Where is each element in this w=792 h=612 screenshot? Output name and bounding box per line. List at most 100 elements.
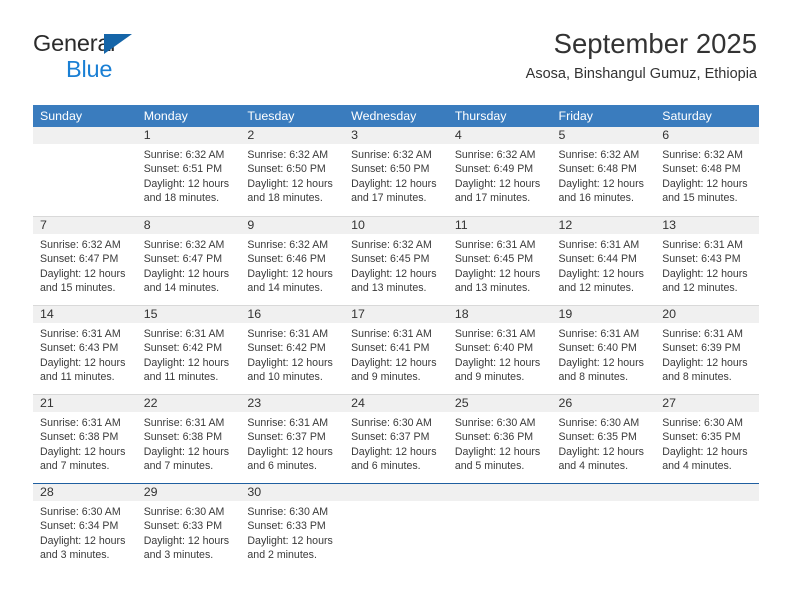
sunset-text: Sunset: 6:49 PM: [454, 163, 534, 176]
calendar-day-cell[interactable]: 11 Sunrise: 6:31 AM Sunset: 6:45 PM Dayligh…: [447, 216, 552, 305]
calendar-day-cell[interactable]: 25 Sunrise: 6:30 AM Sunset: 6:36 PM Dayligh…: [447, 394, 552, 483]
sunset-text: Sunset: 6:48 PM: [558, 163, 637, 176]
daylight-text-line2: and 9 minutes.: [351, 371, 421, 384]
sunset-text: Sunset: 6:42 PM: [247, 342, 326, 355]
daylight-text-line1: Daylight: 12 hours: [351, 267, 437, 280]
calendar-day-cell[interactable]: 9 Sunrise: 6:32 AM Sunset: 6:46 PM Daylight…: [240, 216, 345, 305]
calendar-day-cell[interactable]: 24 Sunrise: 6:30 AM Sunset: 6:37 PM Dayligh…: [344, 394, 448, 483]
sunset-text: Sunset: 6:43 PM: [40, 342, 119, 355]
day-cell-body: 9 Sunrise: 6:32 AM Sunset: 6:46 PM Daylight…: [240, 216, 345, 305]
daylight-text-line1: Daylight: 12 hours: [143, 445, 230, 458]
day-sun-info: Sunrise: 6:31 AM Sunset: 6:44 PM Daylight:…: [552, 234, 656, 296]
sunrise-text: Sunrise: 6:31 AM: [40, 328, 121, 340]
calendar-day-cell[interactable]: 18 Sunrise: 6:31 AM Sunset: 6:40 PM Dayligh…: [447, 305, 552, 394]
day-sun-info: Sunrise: 6:31 AM Sunset: 6:38 PM Daylight:…: [137, 412, 241, 474]
sunset-text: Sunset: 6:34 PM: [40, 520, 119, 533]
calendar-body: 1 Sunrise: 6:32 AM Sunset: 6:51 PM Daylight…: [33, 127, 759, 572]
calendar-day-cell[interactable]: 16 Sunrise: 6:31 AM Sunset: 6:42 PM Dayligh…: [240, 305, 345, 394]
daylight-text-line2: and 10 minutes.: [247, 371, 323, 384]
daylight-text-line2: and 2 minutes.: [247, 549, 317, 562]
sunset-text: Sunset: 6:47 PM: [40, 253, 119, 266]
calendar-day-cell[interactable]: 8 Sunrise: 6:32 AM Sunset: 6:47 PM Daylight…: [136, 216, 241, 305]
daylight-text-line2: and 7 minutes.: [40, 460, 110, 473]
day-number: 20: [655, 306, 759, 323]
calendar-day-cell[interactable]: 2 Sunrise: 6:32 AM Sunset: 6:50 PM Daylight…: [240, 127, 345, 216]
sunrise-text: Sunrise: 6:30 AM: [40, 506, 121, 518]
day-cell-body: 13 Sunrise: 6:31 AM Sunset: 6:43 PM Dayligh…: [655, 216, 759, 305]
day-cell-body: 10 Sunrise: 6:32 AM Sunset: 6:45 PM Dayligh…: [344, 216, 448, 305]
calendar-day-cell[interactable]: 15 Sunrise: 6:31 AM Sunset: 6:42 PM Dayligh…: [136, 305, 241, 394]
day-number: 17: [344, 306, 448, 323]
calendar-day-cell[interactable]: 6 Sunrise: 6:32 AM Sunset: 6:48 PM Daylight…: [655, 127, 759, 216]
day-sun-info: Sunrise: 6:32 AM Sunset: 6:50 PM Daylight:…: [344, 144, 448, 206]
calendar-day-cell[interactable]: 19 Sunrise: 6:31 AM Sunset: 6:40 PM Dayligh…: [551, 305, 656, 394]
daylight-text-line2: and 9 minutes.: [454, 371, 525, 384]
daylight-text-line2: and 17 minutes.: [351, 192, 427, 205]
sunrise-text: Sunrise: 6:30 AM: [143, 506, 225, 518]
daylight-text-line1: Daylight: 12 hours: [558, 177, 644, 190]
sunrise-text: Sunrise: 6:30 AM: [454, 417, 536, 429]
sunset-text: Sunset: 6:40 PM: [454, 342, 534, 355]
daylight-text-line2: and 15 minutes.: [40, 282, 116, 295]
day-cell-body: 22 Sunrise: 6:31 AM Sunset: 6:38 PM Dayligh…: [136, 394, 241, 483]
day-number: 29: [136, 484, 241, 501]
calendar-day-cell[interactable]: 27 Sunrise: 6:30 AM Sunset: 6:35 PM Dayligh…: [655, 394, 759, 483]
sunrise-text: Sunrise: 6:32 AM: [40, 239, 121, 251]
calendar-day-cell[interactable]: 23 Sunrise: 6:31 AM Sunset: 6:37 PM Dayligh…: [240, 394, 345, 483]
calendar-day-cell[interactable]: 29 Sunrise: 6:30 AM Sunset: 6:33 PM Dayligh…: [136, 483, 241, 572]
daylight-text-line1: Daylight: 12 hours: [351, 356, 437, 369]
day-number: 27: [655, 395, 759, 412]
day-cell-body: 2 Sunrise: 6:32 AM Sunset: 6:50 PM Daylight…: [240, 127, 345, 216]
day-number: 28: [33, 484, 137, 501]
sunset-text: Sunset: 6:33 PM: [143, 520, 223, 533]
day-number: [33, 127, 137, 144]
day-cell-body: 12 Sunrise: 6:31 AM Sunset: 6:44 PM Dayligh…: [551, 216, 656, 305]
daylight-text-line2: and 6 minutes.: [351, 460, 421, 473]
calendar-day-cell[interactable]: 3 Sunrise: 6:32 AM Sunset: 6:50 PM Daylight…: [344, 127, 448, 216]
sunset-text: Sunset: 6:50 PM: [351, 163, 430, 176]
calendar-day-cell[interactable]: 10 Sunrise: 6:32 AM Sunset: 6:45 PM Dayligh…: [344, 216, 448, 305]
daylight-text-line2: and 11 minutes.: [40, 371, 115, 384]
calendar-day-cell[interactable]: 28 Sunrise: 6:30 AM Sunset: 6:34 PM Dayligh…: [33, 483, 137, 572]
sunrise-text: Sunrise: 6:31 AM: [558, 328, 640, 340]
logo-text-blue: Blue: [66, 56, 113, 82]
calendar-day-cell[interactable]: 7 Sunrise: 6:32 AM Sunset: 6:47 PM Daylight…: [33, 216, 137, 305]
day-cell-body: 20 Sunrise: 6:31 AM Sunset: 6:39 PM Dayligh…: [655, 305, 759, 394]
calendar-day-cell[interactable]: 14 Sunrise: 6:31 AM Sunset: 6:43 PM Dayligh…: [33, 305, 137, 394]
weekday-header-thursday: Thursday: [447, 105, 552, 127]
calendar-day-cell[interactable]: 26 Sunrise: 6:30 AM Sunset: 6:35 PM Dayligh…: [551, 394, 656, 483]
day-sun-info: Sunrise: 6:31 AM Sunset: 6:42 PM Daylight:…: [137, 323, 241, 385]
day-cell-body: 6 Sunrise: 6:32 AM Sunset: 6:48 PM Daylight…: [655, 127, 759, 216]
daylight-text-line2: and 12 minutes.: [558, 282, 634, 295]
calendar-day-cell[interactable]: 12 Sunrise: 6:31 AM Sunset: 6:44 PM Dayligh…: [551, 216, 656, 305]
sunset-text: Sunset: 6:38 PM: [143, 431, 223, 444]
calendar-day-cell[interactable]: 1 Sunrise: 6:32 AM Sunset: 6:51 PM Daylight…: [136, 127, 241, 216]
calendar-week-row: 14 Sunrise: 6:31 AM Sunset: 6:43 PM Dayligh…: [33, 305, 759, 394]
sunset-text: Sunset: 6:37 PM: [247, 431, 326, 444]
calendar-day-cell[interactable]: 20 Sunrise: 6:31 AM Sunset: 6:39 PM Dayligh…: [655, 305, 759, 394]
sunset-text: Sunset: 6:38 PM: [40, 431, 119, 444]
calendar-day-cell[interactable]: 4 Sunrise: 6:32 AM Sunset: 6:49 PM Daylight…: [447, 127, 552, 216]
daylight-text-line2: and 7 minutes.: [143, 460, 214, 473]
calendar-week-row: 28 Sunrise: 6:30 AM Sunset: 6:34 PM Dayligh…: [33, 483, 759, 572]
calendar-day-cell[interactable]: 22 Sunrise: 6:31 AM Sunset: 6:38 PM Dayligh…: [136, 394, 241, 483]
calendar-day-cell[interactable]: 5 Sunrise: 6:32 AM Sunset: 6:48 PM Daylight…: [551, 127, 656, 216]
general-blue-logo[interactable]: General Blue: [33, 31, 243, 82]
sunset-text: Sunset: 6:35 PM: [558, 431, 637, 444]
calendar-day-cell[interactable]: 17 Sunrise: 6:31 AM Sunset: 6:41 PM Dayligh…: [344, 305, 448, 394]
daylight-text-line2: and 17 minutes.: [454, 192, 531, 205]
day-number: 24: [344, 395, 448, 412]
day-sun-info: Sunrise: 6:31 AM Sunset: 6:42 PM Daylight:…: [240, 323, 344, 385]
daylight-text-line1: Daylight: 12 hours: [247, 445, 333, 458]
daylight-text-line1: Daylight: 12 hours: [143, 534, 230, 547]
weekday-header-friday: Friday: [551, 105, 656, 127]
calendar-day-cell[interactable]: 21 Sunrise: 6:31 AM Sunset: 6:38 PM Dayligh…: [33, 394, 137, 483]
calendar-day-cell[interactable]: 13 Sunrise: 6:31 AM Sunset: 6:43 PM Dayligh…: [655, 216, 759, 305]
day-number: 19: [551, 306, 656, 323]
calendar-day-cell[interactable]: 30 Sunrise: 6:30 AM Sunset: 6:33 PM Dayligh…: [240, 483, 345, 572]
sunrise-text: Sunrise: 6:32 AM: [351, 149, 432, 161]
daylight-text-line2: and 18 minutes.: [143, 192, 220, 205]
daylight-text-line1: Daylight: 12 hours: [454, 177, 541, 190]
sunset-text: Sunset: 6:47 PM: [143, 253, 223, 266]
sunrise-text: Sunrise: 6:31 AM: [143, 328, 225, 340]
